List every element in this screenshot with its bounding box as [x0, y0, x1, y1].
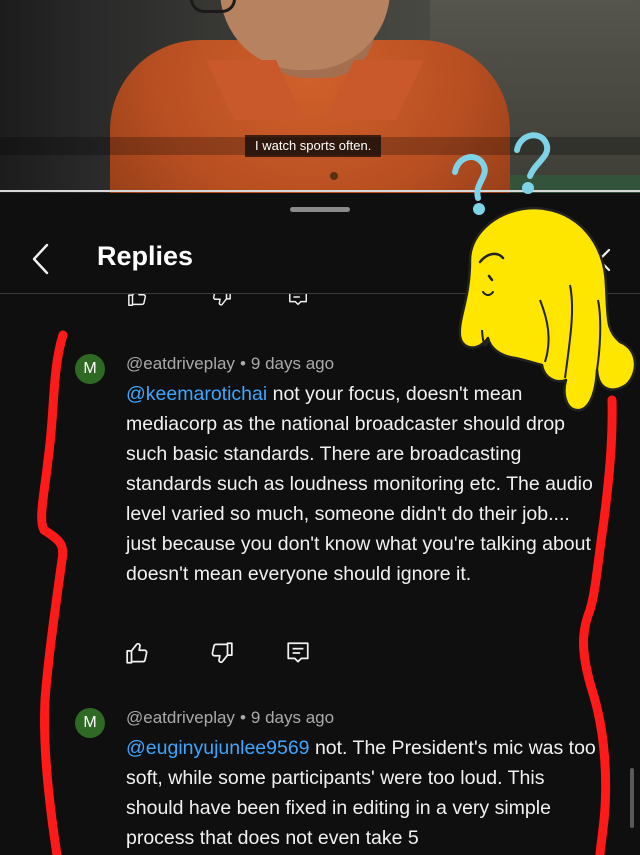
- comment-mention[interactable]: @keemarotichai: [126, 383, 267, 405]
- page-title: Replies: [97, 241, 194, 271]
- previous-comment-actions: [0, 294, 640, 308]
- comment-author[interactable]: @eatdriveplay: [126, 708, 235, 727]
- comment-meta: @eatdriveplay • 9 days ago: [126, 708, 334, 728]
- back-button[interactable]: [26, 239, 58, 279]
- avatar[interactable]: M: [75, 708, 105, 738]
- avatar[interactable]: M: [75, 354, 105, 384]
- scrollbar[interactable]: [630, 768, 634, 828]
- thumbs-down-icon[interactable]: [208, 640, 234, 666]
- comment-time: 9 days ago: [250, 708, 335, 727]
- comment-body: not your focus, doesn't mean mediacorp a…: [126, 383, 593, 585]
- thumbs-up-icon[interactable]: [127, 294, 149, 308]
- video-player[interactable]: I watch sports often.: [0, 0, 640, 197]
- comment-mention[interactable]: @euginyujunlee9569: [126, 737, 310, 759]
- comment-time: 9 days ago: [250, 354, 335, 373]
- close-icon: [587, 248, 611, 272]
- meta-separator: •: [239, 708, 246, 727]
- comment-text: @euginyujunlee9569 not. The President's …: [126, 733, 596, 853]
- comment-author[interactable]: @eatdriveplay: [126, 354, 235, 373]
- video-person-glasses: [190, 0, 236, 13]
- decorative-dot: [601, 727, 604, 730]
- chevron-left-icon: [32, 243, 49, 275]
- reply-icon[interactable]: [287, 294, 309, 308]
- thumbs-down-icon[interactable]: [210, 294, 232, 308]
- video-caption: I watch sports often.: [245, 135, 382, 157]
- comment-meta: @eatdriveplay • 9 days ago: [126, 354, 334, 374]
- video-person-shirt-button: [330, 172, 338, 180]
- reply-icon[interactable]: [285, 640, 311, 666]
- comment-text: @keemarotichai not your focus, doesn't m…: [126, 379, 596, 589]
- video-progress-line[interactable]: [0, 190, 640, 192]
- close-button[interactable]: [582, 243, 616, 277]
- sheet-drag-handle[interactable]: [290, 207, 350, 212]
- thumbs-up-icon[interactable]: [125, 640, 151, 666]
- meta-separator: •: [239, 354, 246, 373]
